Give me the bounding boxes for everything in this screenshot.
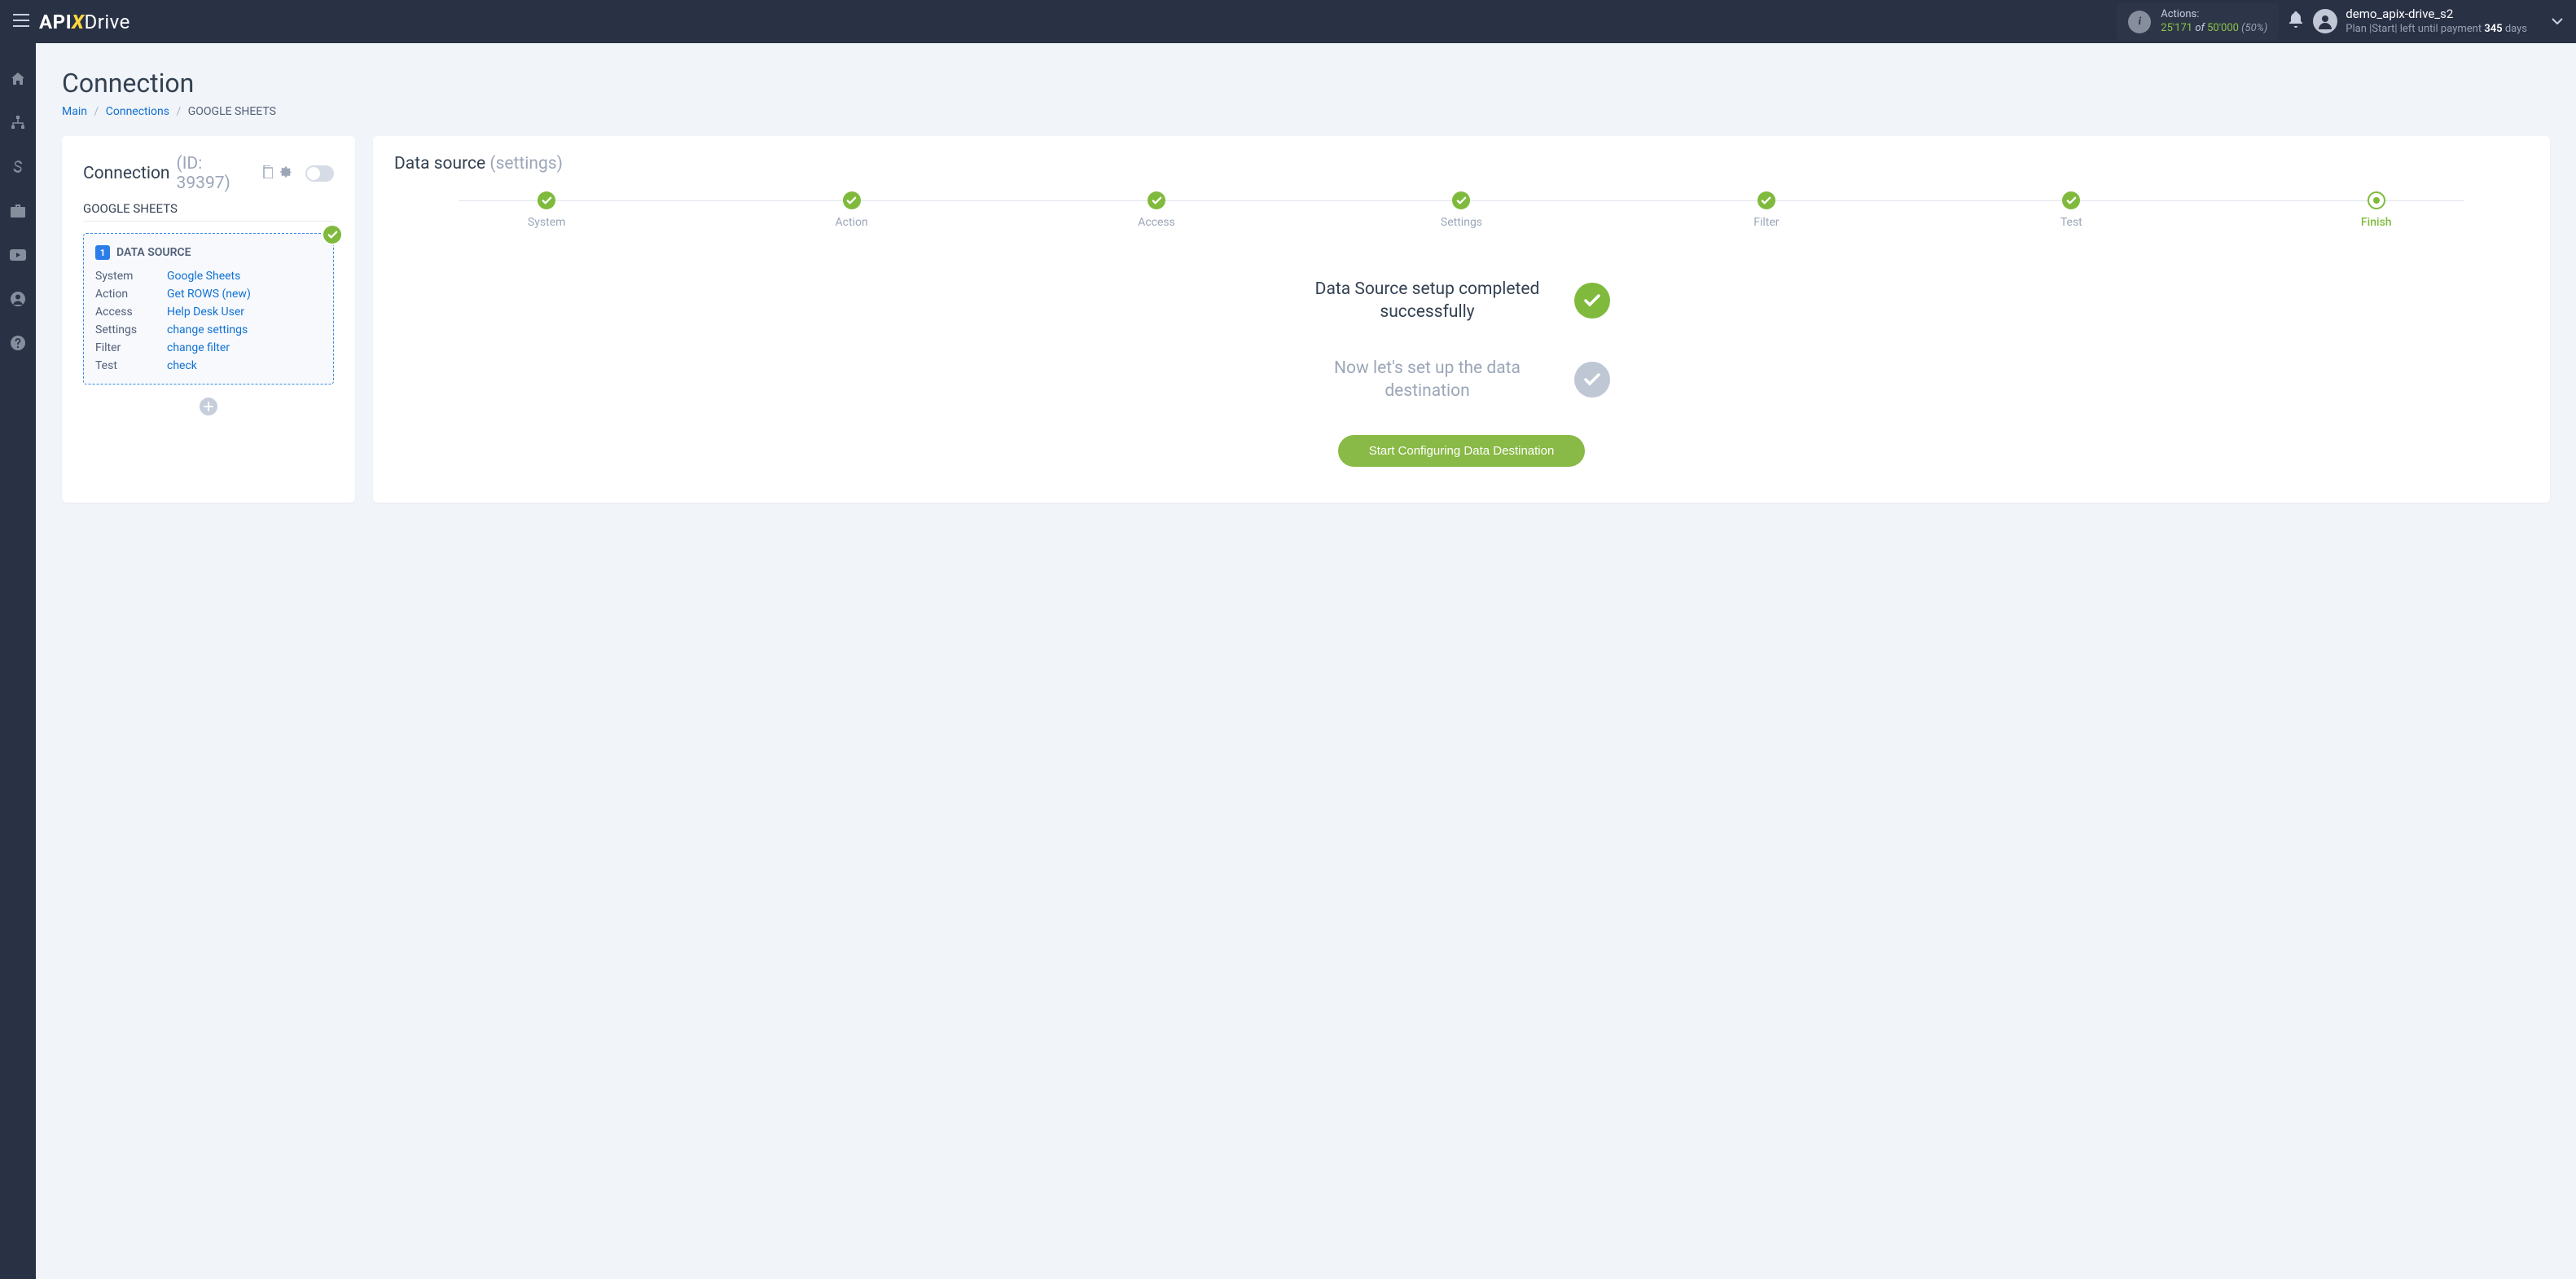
ds-settings-label: Settings [95, 323, 160, 336]
sidebar-briefcase[interactable] [0, 200, 36, 222]
ds-title: DATA SOURCE [116, 246, 191, 259]
check-icon [1148, 191, 1165, 209]
check-icon [1574, 362, 1610, 398]
add-button[interactable] [200, 398, 217, 415]
bell-icon[interactable] [2289, 11, 2303, 32]
check-icon [323, 226, 341, 244]
sidebar-account[interactable] [0, 288, 36, 310]
current-step-dot [2368, 191, 2385, 209]
check-icon [2062, 191, 2080, 209]
breadcrumb: Main / Connections / GOOGLE SHEETS [62, 105, 2550, 118]
step-test[interactable]: Test [1919, 191, 2223, 229]
finish-next-text: Now let's set up the data destination [1314, 357, 1542, 403]
sidebar-video[interactable] [0, 244, 36, 266]
finish-success-text: Data Source setup completed successfully [1314, 278, 1542, 324]
check-icon [1758, 191, 1775, 209]
check-icon [1574, 283, 1610, 319]
copy-icon[interactable] [261, 165, 273, 182]
ds-settings-value[interactable]: change settings [167, 323, 322, 336]
user-info: demo_apix-drive_s2 Plan |Start| left unt… [2346, 7, 2527, 36]
connection-title: Connection [83, 164, 170, 183]
ds-test-value[interactable]: check [167, 359, 322, 372]
ds-test-label: Test [95, 359, 160, 372]
info-icon: i [2128, 11, 2151, 33]
chevron-down-icon [2552, 15, 2563, 28]
step-action[interactable]: Action [699, 191, 1003, 229]
user-name: demo_apix-drive_s2 [2346, 7, 2527, 23]
breadcrumb-connections[interactable]: Connections [106, 105, 169, 118]
actions-text: Actions: 25'171 of 50'000 (50%) [2161, 8, 2267, 36]
ds-filter-value[interactable]: change filter [167, 341, 322, 354]
ds-action-value[interactable]: Get ROWS (new) [167, 288, 322, 301]
ds-filter-label: Filter [95, 341, 160, 354]
step-system[interactable]: System [394, 191, 699, 229]
ds-system-label: System [95, 270, 160, 283]
check-icon [1452, 191, 1470, 209]
actions-pct: (50%) [2241, 22, 2267, 34]
connection-id: (ID: 39397) [177, 154, 255, 193]
start-destination-button[interactable]: Start Configuring Data Destination [1338, 435, 1586, 467]
actions-label: Actions: [2161, 8, 2267, 22]
data-source-panel: Data source (settings) System Action [373, 136, 2550, 503]
data-source-box[interactable]: 1 DATA SOURCE System Google Sheets Actio… [83, 233, 334, 385]
logo-drive: Drive [84, 11, 129, 33]
actions-total: 50'000 [2207, 22, 2239, 34]
actions-of: of [2195, 22, 2205, 34]
sidebar-home[interactable] [0, 68, 36, 90]
stepper: System Action Access Settings [394, 191, 2529, 229]
sidebar-connections[interactable] [0, 112, 36, 134]
step-settings[interactable]: Settings [1309, 191, 1613, 229]
content: Connection Main / Connections / GOOGLE S… [36, 43, 2576, 1279]
step-filter[interactable]: Filter [1614, 191, 1919, 229]
header-right: i Actions: 25'171 of 50'000 (50%) demo_a… [2117, 3, 2563, 41]
panel-title: Data source [394, 154, 485, 174]
check-icon [538, 191, 555, 209]
breadcrumb-current: GOOGLE SHEETS [188, 105, 276, 118]
step-finish[interactable]: Finish [2224, 191, 2529, 229]
ds-system-value[interactable]: Google Sheets [167, 270, 322, 283]
sidebar-help[interactable] [0, 332, 36, 354]
actions-used: 25'171 [2161, 22, 2192, 34]
check-icon [843, 191, 861, 209]
logo-x: X [72, 11, 84, 33]
panel-subtitle: (settings) [489, 154, 563, 174]
gear-icon[interactable] [279, 165, 292, 182]
page-title: Connection [62, 68, 2550, 99]
connection-toggle[interactable] [305, 165, 334, 182]
hamburger-icon[interactable] [13, 11, 29, 32]
top-header: APIXDrive i Actions: 25'171 of 50'000 (5… [0, 0, 2576, 43]
connection-card: Connection (ID: 39397) GOOGLE SHEETS [62, 136, 355, 503]
sidebar [0, 43, 36, 1279]
ds-badge: 1 [95, 245, 110, 260]
actions-counter[interactable]: i Actions: 25'171 of 50'000 (50%) [2117, 3, 2279, 41]
step-access[interactable]: Access [1004, 191, 1309, 229]
connection-subtitle: GOOGLE SHEETS [83, 201, 334, 222]
ds-action-label: Action [95, 288, 160, 301]
ds-access-label: Access [95, 305, 160, 319]
user-menu[interactable]: demo_apix-drive_s2 Plan |Start| left unt… [2313, 7, 2563, 36]
user-plan: Plan |Start| left until payment 345 days [2346, 23, 2527, 37]
logo[interactable]: APIXDrive [39, 11, 130, 33]
logo-api: API [39, 11, 72, 33]
sidebar-billing[interactable] [0, 156, 36, 178]
breadcrumb-main[interactable]: Main [62, 105, 87, 118]
ds-access-value[interactable]: Help Desk User [167, 305, 322, 319]
avatar-icon [2313, 9, 2337, 33]
